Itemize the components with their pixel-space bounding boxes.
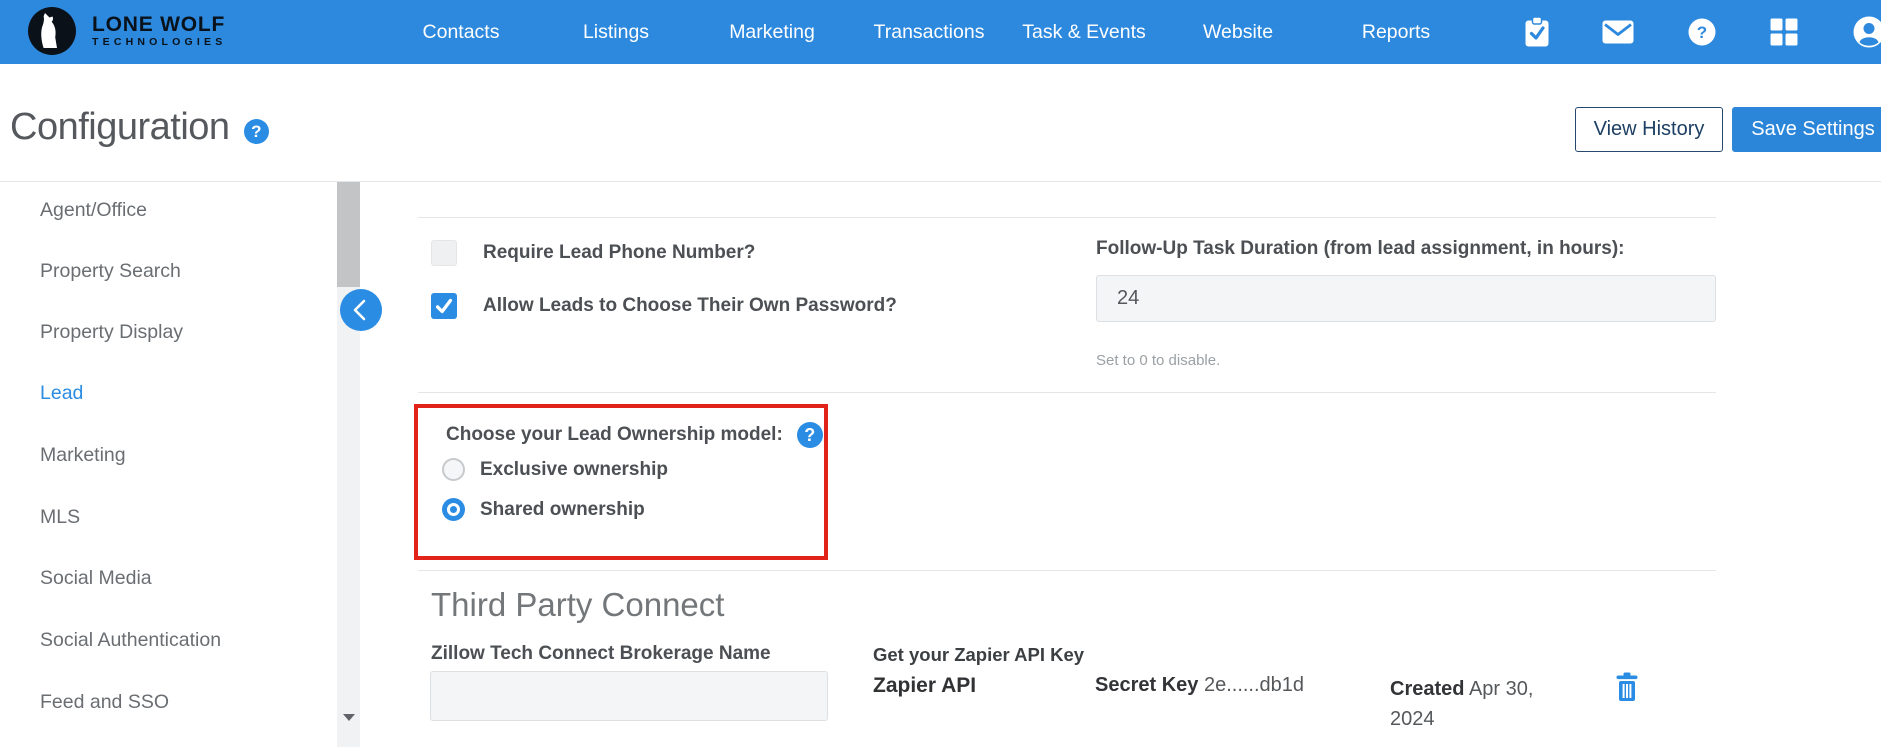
third-party-connect-heading: Third Party Connect (431, 586, 725, 623)
sidebar-scroll-down-arrow[interactable] (343, 714, 355, 721)
mail-icon[interactable] (1602, 20, 1634, 44)
allow-password-checkbox[interactable] (431, 293, 457, 319)
shared-ownership-option[interactable]: Shared ownership (442, 498, 645, 521)
zillow-brokerage-input[interactable] (430, 671, 828, 721)
shared-ownership-radio[interactable] (442, 498, 465, 521)
configuration-help-icon[interactable]: ? (243, 119, 269, 144)
exclusive-ownership-radio[interactable] (442, 458, 465, 481)
secret-key-value: 2e......db1d (1198, 674, 1305, 696)
section-divider (418, 217, 1716, 218)
allow-password-row[interactable]: Allow Leads to Choose Their Own Password… (431, 293, 897, 319)
account-icon[interactable] (1853, 16, 1881, 48)
sidebar-item-social-auth[interactable]: Social Authentication (40, 629, 221, 652)
lone-wolf-logo[interactable]: LONE WOLF TECHNOLOGIES (28, 7, 226, 55)
sidebar-item-property-search[interactable]: Property Search (40, 260, 181, 283)
sidebar-item-agent-office[interactable]: Agent/Office (40, 199, 147, 222)
ownership-highlight-box: Choose your Lead Ownership model: ? Excl… (414, 404, 828, 560)
configuration-page: LONE WOLF TECHNOLOGIES Contacts Listings… (0, 0, 1881, 747)
zapier-created: Created Apr 30, 2024 (1390, 674, 1565, 734)
apps-grid-icon[interactable] (1770, 18, 1798, 46)
require-phone-row[interactable]: Require Lead Phone Number? (431, 240, 755, 266)
delete-zapier-key-button[interactable] (1615, 672, 1639, 702)
followup-duration-input[interactable] (1096, 275, 1716, 322)
sidebar-item-lead[interactable]: Lead (40, 382, 83, 405)
sidebar-item-social-media[interactable]: Social Media (40, 567, 152, 590)
nav-item-website[interactable]: Website (1203, 0, 1273, 64)
sidebar-item-feed-sso[interactable]: Feed and SSO (40, 691, 169, 714)
clipboard-check-icon[interactable] (1524, 16, 1551, 48)
page-title: Configuration ? (10, 106, 269, 149)
top-nav-bar: LONE WOLF TECHNOLOGIES Contacts Listings… (0, 0, 1881, 64)
radio-inner-ring (447, 503, 460, 516)
section-divider (418, 392, 1716, 393)
secret-key-label: Secret Key (1095, 674, 1199, 696)
followup-duration-label: Follow-Up Task Duration (from lead assig… (1096, 238, 1625, 259)
wolf-logo-icon (28, 7, 76, 55)
exclusive-ownership-option[interactable]: Exclusive ownership (442, 458, 668, 481)
nav-item-task-events[interactable]: Task & Events (1022, 0, 1146, 64)
sidebar-collapse-button[interactable] (340, 289, 382, 331)
ownership-label-row: Choose your Lead Ownership model: ? (446, 422, 823, 448)
sidebar-item-mls[interactable]: MLS (40, 506, 80, 529)
svg-text:?: ? (1697, 23, 1707, 42)
zapier-api-key-link[interactable]: Get your Zapier API Key (873, 644, 1084, 666)
exclusive-ownership-label[interactable]: Exclusive ownership (480, 459, 668, 481)
nav-item-reports[interactable]: Reports (1362, 0, 1430, 64)
logo-line1: LONE WOLF (92, 12, 226, 36)
radio-dot (450, 506, 457, 513)
sidebar-scrollbar-thumb[interactable] (337, 182, 360, 287)
lead-settings-content: Require Lead Phone Number? Allow Leads t… (414, 182, 1716, 747)
zapier-secret-key: Secret Key 2e......db1d (1095, 674, 1390, 697)
require-phone-label[interactable]: Require Lead Phone Number? (483, 242, 755, 264)
zapier-api-name: Zapier API (873, 674, 977, 697)
created-label: Created (1390, 678, 1465, 700)
save-settings-button[interactable]: Save Settings (1732, 107, 1881, 152)
logo-text: LONE WOLF TECHNOLOGIES (92, 12, 227, 49)
nav-item-listings[interactable]: Listings (583, 0, 649, 64)
page-title-text: Configuration (10, 106, 230, 148)
checkmark-icon (435, 298, 453, 314)
page-header: Configuration ? View History Save Settin… (0, 64, 1881, 182)
zapier-api-row: Zapier API Secret Key 2e......db1d Creat… (873, 674, 1716, 734)
require-phone-checkbox[interactable] (431, 240, 457, 266)
ownership-help-icon[interactable]: ? (796, 422, 823, 448)
ownership-model-label: Choose your Lead Ownership model: (446, 424, 783, 445)
view-history-button[interactable]: View History (1575, 107, 1723, 152)
logo-line2: TECHNOLOGIES (92, 35, 227, 48)
zillow-brokerage-label: Zillow Tech Connect Brokerage Name (431, 643, 771, 664)
sidebar-item-marketing[interactable]: Marketing (40, 444, 126, 467)
nav-item-transactions[interactable]: Transactions (874, 0, 985, 64)
settings-sidebar: Agent/Office Property Search Property Di… (0, 182, 363, 747)
chevron-left-icon (353, 299, 366, 321)
nav-item-contacts[interactable]: Contacts (423, 0, 500, 64)
followup-duration-help: Set to 0 to disable. (1096, 352, 1221, 369)
help-icon[interactable]: ? (1688, 18, 1716, 46)
sidebar-item-property-display[interactable]: Property Display (40, 321, 183, 344)
shared-ownership-label[interactable]: Shared ownership (480, 499, 645, 521)
nav-item-marketing[interactable]: Marketing (729, 0, 815, 64)
trash-icon (1616, 672, 1638, 701)
section-divider (418, 570, 1716, 571)
sidebar-scrollbar-track[interactable] (337, 182, 360, 747)
allow-password-label[interactable]: Allow Leads to Choose Their Own Password… (483, 295, 897, 317)
